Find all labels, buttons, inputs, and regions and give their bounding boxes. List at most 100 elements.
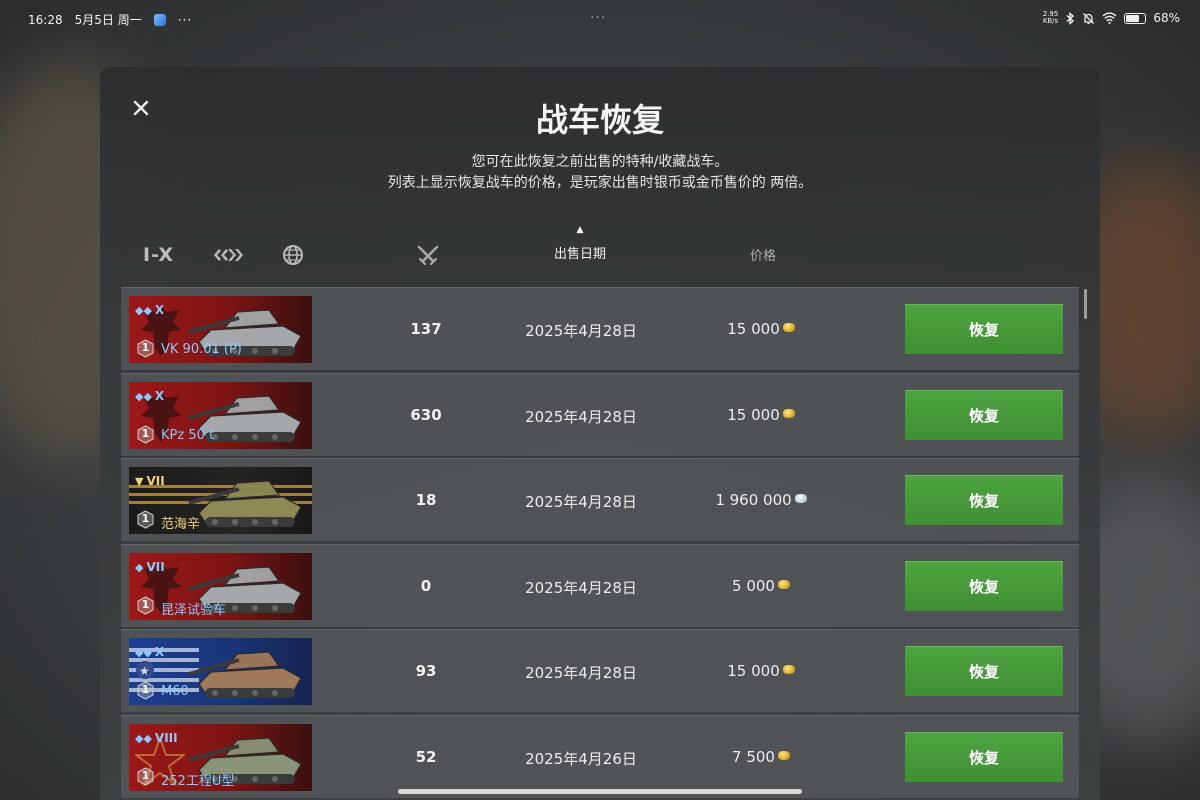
sale-date: 2025年4月28日: [525, 493, 637, 511]
vehicle-type-icon: ◆: [135, 560, 144, 574]
price-column-header[interactable]: 价格: [713, 245, 813, 264]
vehicle-list: ◆◆ X 1 VK 90.01 (P) 137 2025年4月28日 15 000 恢复 ◆◆ X…: [121, 287, 1079, 800]
rank-value: 1: [141, 426, 150, 440]
dialog-title: 战车恢复: [535, 101, 664, 139]
sale-date-label: 出售日期: [553, 247, 606, 262]
filter-bar: I-X: [143, 243, 304, 267]
restore-button[interactable]: 恢复: [905, 560, 1063, 611]
tier-filter-button[interactable]: I-X: [143, 243, 174, 267]
sale-date: 2025年4月28日: [525, 664, 637, 682]
sale-date: 2025年4月28日: [525, 407, 637, 426]
tier-numeral: X: [154, 645, 165, 659]
vehicle-card[interactable]: ★ ◆◆ X 1 M60: [129, 638, 312, 705]
restore-price: 15 000: [691, 406, 831, 424]
price-value: 7 500: [732, 747, 775, 766]
description-line: 您可在此恢复之前出售的特种/收藏战车。: [471, 154, 729, 170]
sale-date-column-header[interactable]: ▲ 出售日期: [530, 225, 630, 262]
more-dots-icon: ···: [177, 12, 193, 27]
restore-price: 7 500: [691, 748, 831, 766]
vehicle-type-icon: ◆◆: [135, 646, 152, 659]
vehicle-row: ★ ◆◆ X 1 M60 93 2025年4月28日 15 000 恢复: [121, 629, 1079, 712]
price-value: 5 000: [732, 576, 775, 595]
vehicle-name: KPz 50 t: [161, 427, 215, 443]
app-notification-icon: [153, 13, 166, 26]
price-value: 1 960 000: [715, 491, 792, 509]
vehicle-row: ◆ VII 1 昆泽试验车 0 2025年4月28日 5 000 恢复: [121, 543, 1079, 627]
vehicle-card[interactable]: ▼ VII 1 范海辛: [129, 467, 312, 534]
restore-button[interactable]: 恢复: [905, 731, 1063, 782]
vehicle-type-icon: ◆◆: [135, 731, 152, 745]
price-value: 15 000: [727, 320, 780, 338]
silver-coin-icon: [794, 494, 807, 503]
crossed-swords-icon[interactable]: [416, 245, 440, 267]
sort-ascending-icon: ▲: [576, 225, 584, 235]
gold-coin-icon: [777, 579, 790, 589]
vehicle-type-icon: ▼: [135, 475, 144, 488]
sale-date: 2025年4月28日: [525, 322, 637, 340]
tier-numeral: VIII: [154, 730, 178, 745]
system-status-bar: 16:28 5月5日 周一 ··· ··· 2.95 KB/s 68%: [0, 0, 1200, 36]
vehicle-row: ▼ VII 1 范海辛 18 2025年4月28日 1 960 000 恢复: [121, 458, 1079, 541]
restore-price: 15 000: [691, 662, 831, 680]
gold-coin-icon: [777, 750, 790, 760]
restore-button[interactable]: 恢复: [905, 646, 1063, 696]
gold-coin-icon: [782, 665, 795, 674]
rank-badge-icon: 1: [136, 424, 155, 444]
vehicle-name: 范海辛: [161, 517, 201, 532]
nation-filter-button[interactable]: [212, 243, 244, 267]
vehicle-card[interactable]: ◆◆ X 1 VK 90.01 (P): [129, 296, 312, 363]
vehicle-tier: ◆◆ X: [135, 389, 164, 403]
tier-numeral: VII: [146, 474, 165, 488]
clock: 16:28: [28, 12, 63, 27]
multitask-handle-icon[interactable]: ···: [590, 10, 606, 26]
gold-coin-icon: [782, 323, 795, 332]
rank-badge-icon: 1: [136, 681, 155, 700]
price-value: 15 000: [727, 662, 780, 680]
vehicle-restore-dialog: 战车恢复 您可在此恢复之前出售的特种/收藏战车。 列表上显示恢复战车的价格，是玩…: [100, 67, 1100, 800]
rank-value: 1: [141, 683, 150, 696]
vehicle-type-icon: ◆◆: [135, 389, 152, 403]
rank-value: 1: [141, 768, 150, 782]
svg-text:★: ★: [139, 664, 150, 678]
vehicle-name: 昆泽试验车: [161, 602, 227, 618]
rank-badge-icon: 1: [136, 339, 155, 358]
rank-badge-icon: 1: [136, 510, 155, 529]
price-value: 15 000: [727, 405, 780, 424]
tank-image-icon: [188, 651, 302, 698]
vehicle-row: ◆◆ VIII 1 252工程U型 52 2025年4月26日 7 500 恢复: [121, 714, 1079, 798]
battle-count: 0: [420, 576, 432, 595]
list-scrollbar[interactable]: [1084, 289, 1087, 319]
status-date: 5月5日 周一: [74, 13, 142, 27]
tank-image-icon: [188, 480, 302, 527]
restore-button[interactable]: 恢复: [905, 475, 1063, 525]
description-line: 列表上显示恢复战车的价格，是玩家出售时银币或金币售价的 两倍。: [387, 175, 813, 191]
tier-numeral: X: [154, 388, 165, 403]
vehicle-card[interactable]: ◆ VII 1 昆泽试验车: [129, 552, 312, 620]
wifi-icon: [1102, 12, 1117, 24]
vehicle-card[interactable]: ◆◆ VIII 1 252工程U型: [129, 723, 312, 791]
restore-button[interactable]: 恢复: [905, 389, 1063, 440]
battle-count: 137: [410, 320, 442, 338]
restore-button[interactable]: 恢复: [905, 304, 1063, 354]
vehicle-tier: ▼ VII: [135, 474, 165, 488]
vehicle-tier: ◆◆ VIII: [135, 731, 178, 745]
rank-badge-icon: 1: [136, 595, 155, 615]
globe-icon: [283, 245, 304, 265]
vehicle-card[interactable]: ◆◆ X 1 KPz 50 t: [129, 381, 312, 449]
rank-badge-icon: 1: [136, 766, 155, 786]
sale-date: 2025年4月28日: [525, 578, 637, 597]
rank-value: 1: [141, 597, 150, 611]
battle-count: 630: [410, 405, 442, 424]
network-speed: 2.95 KB/s: [1042, 10, 1059, 25]
gold-coin-icon: [782, 408, 795, 418]
rank-value: 1: [141, 512, 150, 525]
battery-percent: 68%: [1153, 11, 1180, 25]
region-filter-button[interactable]: [282, 243, 304, 267]
vehicle-tier: ◆ VII: [135, 560, 165, 574]
dialog-description: 您可在此恢复之前出售的特种/收藏战车。 列表上显示恢复战车的价格，是玩家出售时银…: [100, 152, 1100, 194]
battery-icon: [1124, 12, 1147, 24]
home-indicator[interactable]: [398, 789, 802, 794]
vehicle-type-icon: ◆◆: [135, 304, 152, 317]
vehicle-row: ◆◆ X 1 KPz 50 t 630 2025年4月28日 15 000 恢复: [121, 372, 1079, 456]
tier-numeral: VII: [146, 559, 165, 574]
